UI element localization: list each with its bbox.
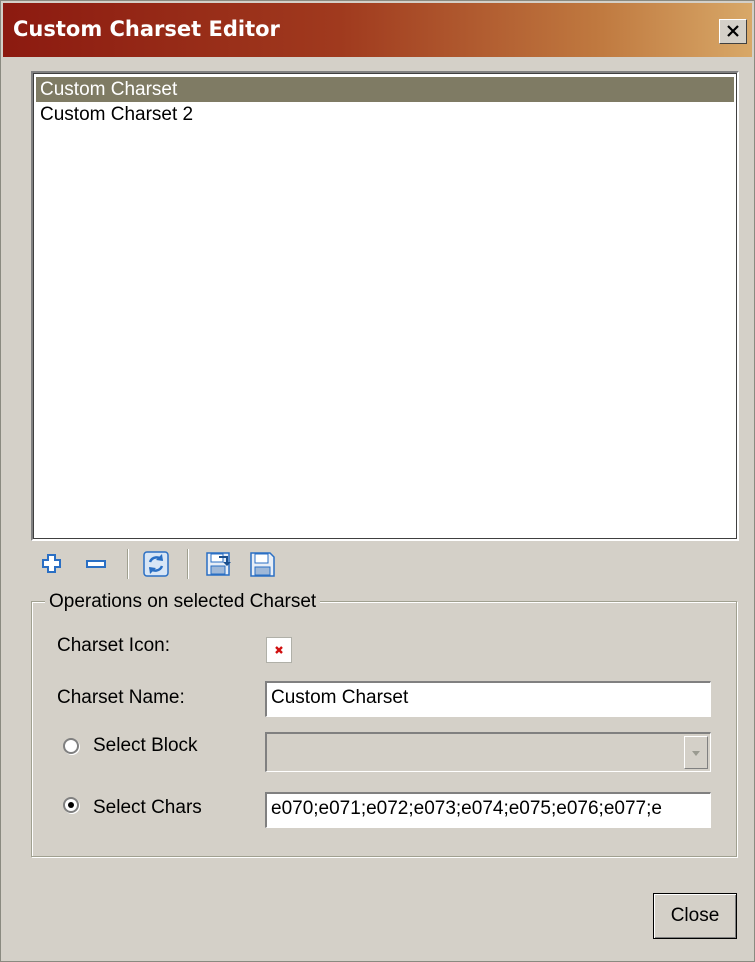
select-chars-label[interactable]: Select Chars [93,797,202,819]
select-block-label[interactable]: Select Block [93,735,198,757]
charset-icon-picker[interactable] [266,637,292,663]
window-close-button[interactable] [719,19,747,44]
operations-group-title: Operations on selected Charset [45,591,321,613]
refresh-button[interactable] [141,549,171,579]
list-toolbar [31,545,331,581]
save-button[interactable] [247,549,277,579]
charset-icon-label: Charset Icon: [57,635,170,656]
charset-list[interactable]: Custom Charset Custom Charset 2 [31,71,739,541]
broken-image-icon [275,646,283,654]
charset-editor-dialog: Custom Charset Editor Custom Charset Cus… [0,0,755,962]
charset-name-field[interactable]: Custom Charset [265,681,711,717]
remove-charset-button[interactable] [81,549,111,579]
import-button[interactable] [203,549,233,579]
toolbar-separator [187,549,189,579]
select-chars-field[interactable]: e070;e071;e072;e073;e074;e075;e076;e077;… [265,792,711,828]
select-block-radio[interactable] [63,738,79,754]
close-button[interactable]: Close [653,893,737,939]
chevron-down-icon [692,751,700,756]
add-charset-button[interactable] [37,549,67,579]
charset-name-label: Charset Name: [57,687,185,708]
toolbar-separator [127,549,129,579]
remove-icon [86,560,106,568]
list-item[interactable]: Custom Charset [36,77,734,102]
add-icon [42,554,61,573]
refresh-icon [143,551,169,577]
list-item[interactable]: Custom Charset 2 [36,102,734,127]
window-title: Custom Charset Editor [13,17,280,41]
import-icon [206,552,231,576]
save-icon [250,552,275,577]
dropdown-button[interactable] [684,736,708,769]
title-bar[interactable]: Custom Charset Editor [3,3,752,57]
select-block-dropdown[interactable] [265,732,711,772]
select-chars-radio[interactable] [63,797,79,813]
radio-selected-dot [68,802,74,808]
close-icon [727,25,739,37]
